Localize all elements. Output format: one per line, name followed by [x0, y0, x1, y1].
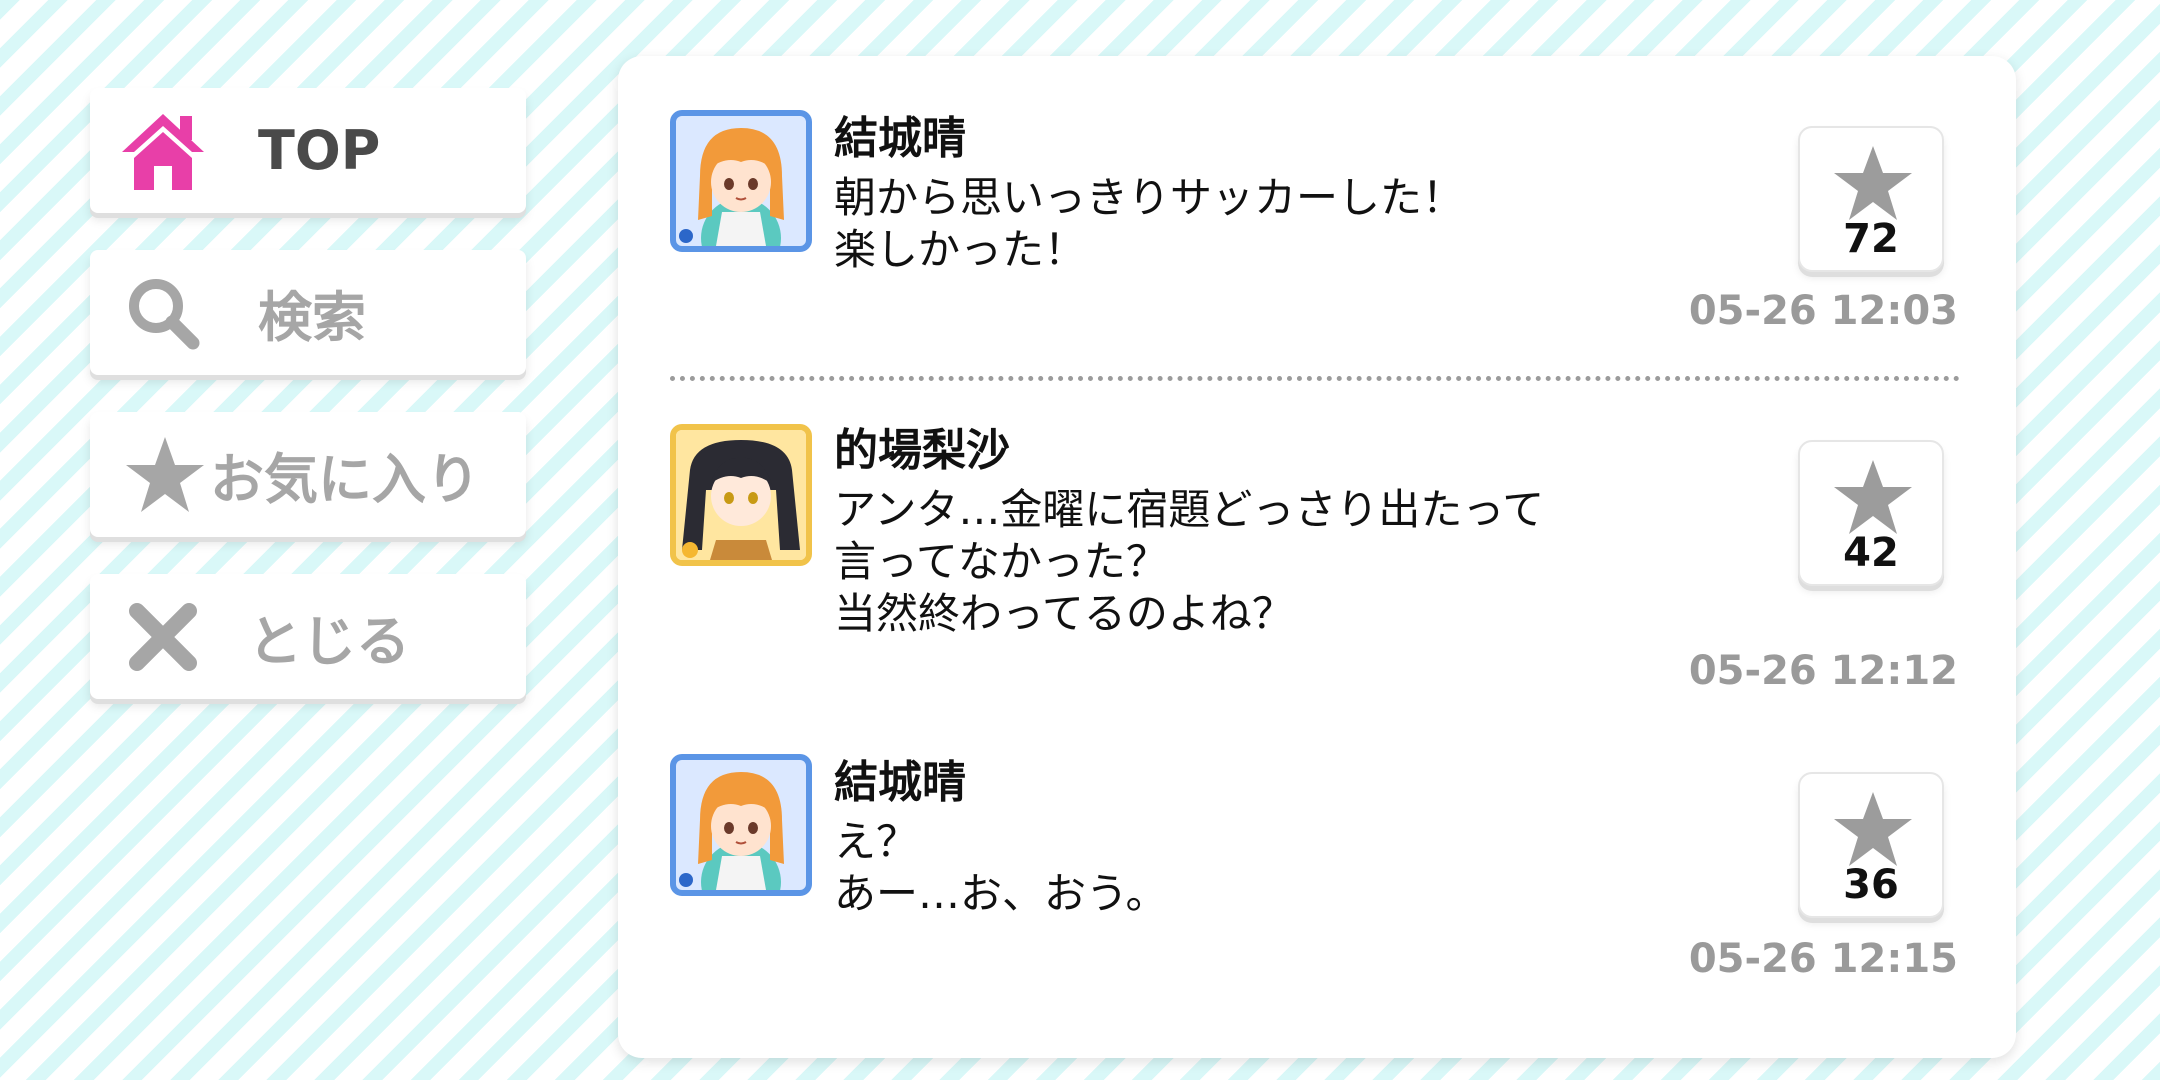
avatar[interactable] — [670, 754, 812, 896]
like-button[interactable]: 42 — [1798, 440, 1944, 586]
divider — [670, 376, 1960, 381]
like-count: 42 — [1843, 530, 1899, 576]
home-icon — [118, 106, 208, 196]
search-label: 検索 — [258, 286, 366, 349]
like-count: 36 — [1843, 862, 1899, 908]
poster-name: 的場梨沙 — [834, 425, 1010, 476]
close-button[interactable]: とじる — [90, 574, 526, 699]
post-timestamp: 05-26 12:03 — [1688, 288, 1958, 334]
post-text: え？ あー…お、おう。 — [834, 816, 1167, 920]
post-line: 楽しかった！ — [834, 225, 1087, 274]
post-line: 言ってなかった？ — [834, 537, 1168, 586]
like-button[interactable]: 36 — [1798, 772, 1944, 918]
favorites-label: お気に入り — [210, 448, 480, 511]
star-icon — [1834, 146, 1912, 220]
avatar[interactable] — [670, 110, 812, 252]
timeline-panel: 結城晴 朝から思いっきりサッカーした！ 楽しかった！ 72 05-26 12:0… — [618, 56, 2016, 1058]
close-icon — [118, 592, 208, 682]
post-line: 当然終わってるのよね？ — [834, 589, 1294, 638]
top-button[interactable]: TOP — [90, 88, 526, 213]
post-timestamp: 05-26 12:15 — [1688, 936, 1958, 982]
like-button[interactable]: 72 — [1798, 126, 1944, 272]
star-icon — [120, 430, 210, 520]
search-icon — [118, 268, 208, 358]
like-count: 72 — [1843, 216, 1899, 262]
post-timestamp: 05-26 12:12 — [1688, 648, 1958, 694]
favorites-button[interactable]: お気に入り — [90, 412, 526, 537]
search-button[interactable]: 検索 — [90, 250, 526, 375]
post-line: え？ — [834, 817, 919, 866]
post-text: アンタ…金曜に宿題どっさり出たって 言ってなかった？ 当然終わってるのよね？ — [834, 484, 1544, 640]
poster-name: 結城晴 — [834, 113, 966, 164]
avatar[interactable] — [670, 424, 812, 566]
top-label: TOP — [258, 119, 381, 182]
post-line: アンタ…金曜に宿題どっさり出たって — [834, 485, 1545, 534]
post-line: 朝から思いっきりサッカーした！ — [834, 173, 1465, 222]
star-icon — [1834, 792, 1912, 866]
close-label: とじる — [248, 610, 410, 673]
post-line: あー…お、おう。 — [834, 869, 1168, 918]
poster-name: 結城晴 — [834, 757, 966, 808]
post-text: 朝から思いっきりサッカーした！ 楽しかった！ — [834, 172, 1464, 276]
star-icon — [1834, 460, 1912, 534]
